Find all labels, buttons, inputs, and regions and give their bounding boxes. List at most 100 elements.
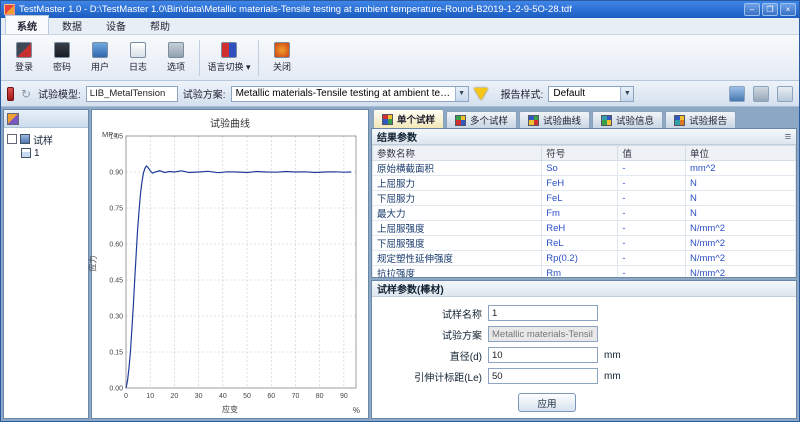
- svg-text:10: 10: [146, 393, 154, 400]
- options-icon: [168, 42, 184, 58]
- gauge-length-input[interactable]: [488, 368, 598, 384]
- user-button[interactable]: 用户: [82, 38, 118, 77]
- menu-system[interactable]: 系统: [5, 15, 49, 34]
- specimen-view-icon[interactable]: [7, 113, 19, 125]
- table-row[interactable]: 上屈服力 FeH - N: [373, 176, 796, 191]
- tab-test-curve[interactable]: 试验曲线: [519, 111, 590, 128]
- specimen-name-input[interactable]: [488, 305, 598, 321]
- svg-text:50: 50: [243, 393, 251, 400]
- model-label: 试验模型:: [38, 86, 81, 101]
- table-row[interactable]: 抗拉强度 Rm - N/mm^2: [373, 266, 796, 278]
- svg-text:60: 60: [267, 393, 275, 400]
- window-title: TestMaster 1.0 - D:\TestMaster 1.0\Bin\d…: [19, 4, 740, 15]
- tree-panel-header: [4, 110, 88, 128]
- tree-node-specimen-1[interactable]: 1: [7, 146, 85, 160]
- ribbon-separator: [199, 40, 200, 76]
- menu-device[interactable]: 设备: [95, 16, 137, 34]
- language-switch-button[interactable]: 语言切换 ▾: [205, 38, 253, 77]
- tree-node-specimen[interactable]: 试样: [7, 132, 85, 146]
- login-button[interactable]: 登录: [6, 38, 42, 77]
- table-row[interactable]: 下屈服强度 ReL - N/mm^2: [373, 236, 796, 251]
- maximize-button[interactable]: ❐: [762, 3, 778, 16]
- specimen-parameters-panel: 试样参数(棒材) 试样名称 试验方案 直径(d): [371, 280, 797, 419]
- user-icon: [92, 42, 108, 58]
- close-button[interactable]: ×: [780, 3, 796, 16]
- chevron-down-icon: ▼: [620, 87, 633, 101]
- connection-status-icon: [7, 87, 14, 101]
- app-window: TestMaster 1.0 - D:\TestMaster 1.0\Bin\d…: [0, 0, 800, 422]
- svg-text:80: 80: [316, 393, 324, 400]
- chevron-down-icon: ▼: [455, 87, 468, 101]
- right-panel: 单个试样 多个试样 试验曲线 试验信息 试验报告: [371, 109, 797, 419]
- table-header-row: 参数名称 符号 值 单位: [373, 146, 796, 161]
- svg-text:0.45: 0.45: [109, 278, 123, 285]
- close-app-button[interactable]: 关闭: [264, 38, 300, 77]
- log-icon: [130, 42, 146, 58]
- x-axis-label: 应变: [92, 404, 368, 415]
- curve-icon: [21, 148, 31, 158]
- svg-text:0.00: 0.00: [109, 386, 123, 393]
- result-parameters-panel: 结果参数 ≡ 参数名称 符号 值 单位: [371, 128, 797, 278]
- menu-help[interactable]: 帮助: [139, 16, 181, 34]
- checkbox[interactable]: [7, 134, 17, 144]
- specimen-form: 试样名称 试验方案 直径(d) mm 引伸: [372, 297, 796, 412]
- result-table: 参数名称 符号 值 单位 原始横截面积 So - mm^2: [372, 145, 796, 277]
- machine-icon[interactable]: [729, 86, 745, 102]
- svg-text:0.90: 0.90: [109, 170, 123, 177]
- report-style-dropdown[interactable]: Default ▼: [548, 86, 634, 102]
- minimize-button[interactable]: –: [744, 3, 760, 16]
- model-input[interactable]: [86, 86, 178, 102]
- scheme-label: 试验方案:: [183, 86, 226, 101]
- result-panel-title: 结果参数: [377, 129, 417, 144]
- main-content: 试样 1 试验曲线 MPa 应力 0.000.150.300.450.600.7…: [1, 107, 799, 421]
- test-curve-chart: 试验曲线 MPa 应力 0.000.150.300.450.600.750.90…: [91, 109, 369, 419]
- svg-text:0.30: 0.30: [109, 314, 123, 321]
- menu-data[interactable]: 数据: [51, 16, 93, 34]
- tab-multi-specimen[interactable]: 多个试样: [446, 111, 517, 128]
- specimen-icon: [20, 134, 30, 144]
- grid-icon: [674, 115, 685, 126]
- svg-text:90: 90: [340, 393, 348, 400]
- test-scheme-input: [488, 326, 598, 342]
- scheme-dropdown[interactable]: Metallic materials-Tensile testing at am…: [231, 86, 469, 102]
- report-style-label: 报告样式:: [501, 86, 544, 101]
- app-icon: [4, 4, 15, 15]
- chevron-down-icon: ▾: [246, 62, 251, 72]
- specimen-panel-header: 试样参数(棒材): [372, 281, 796, 297]
- table-row[interactable]: 规定塑性延伸强度 Rp(0.2) - N/mm^2: [373, 251, 796, 266]
- password-button[interactable]: 密码: [44, 38, 80, 77]
- x-axis-unit: %: [353, 406, 360, 415]
- table-row[interactable]: 下屈服力 FeL - N: [373, 191, 796, 206]
- table-row[interactable]: 原始横截面积 So - mm^2: [373, 161, 796, 176]
- specimen-tree: 试样 1: [4, 128, 88, 164]
- tab-test-report[interactable]: 试验报告: [665, 111, 736, 128]
- specimen-panel-title: 试样参数(棒材): [377, 281, 444, 296]
- password-icon: [54, 42, 70, 58]
- options-button[interactable]: 选项: [158, 38, 194, 77]
- svg-text:70: 70: [292, 393, 300, 400]
- svg-text:0.60: 0.60: [109, 242, 123, 249]
- warning-icon: [474, 88, 488, 100]
- table-row[interactable]: 上屈服强度 ReH - N/mm^2: [373, 221, 796, 236]
- svg-text:1.05: 1.05: [109, 134, 123, 141]
- apply-button[interactable]: 应用: [518, 393, 576, 412]
- refresh-icon[interactable]: ↻: [19, 87, 33, 101]
- tab-single-specimen[interactable]: 单个试样: [373, 109, 444, 128]
- tab-test-info[interactable]: 试验信息: [592, 111, 663, 128]
- ribbon-toolbar: 登录 密码 用户 日志 选项 语言切换 ▾ 关闭: [1, 35, 799, 81]
- gauge-length-label: 引伸计标距(Le): [390, 369, 482, 384]
- diameter-input[interactable]: [488, 347, 598, 363]
- log-button[interactable]: 日志: [120, 38, 156, 77]
- specimen-tree-panel: 试样 1: [3, 109, 89, 419]
- svg-text:40: 40: [219, 393, 227, 400]
- table-row[interactable]: 最大力 Fm - N: [373, 206, 796, 221]
- menu-icon[interactable]: ≡: [785, 131, 791, 143]
- calibration-icon[interactable]: [777, 86, 793, 102]
- close-app-icon: [274, 42, 290, 58]
- diameter-label: 直径(d): [390, 348, 482, 363]
- grid-icon: [528, 115, 539, 126]
- gear-icon[interactable]: [753, 86, 769, 102]
- grid-icon: [382, 114, 393, 125]
- test-setup-toolbar: ↻ 试验模型: 试验方案: Metallic materials-Tensile…: [1, 81, 799, 107]
- svg-text:0.15: 0.15: [109, 350, 123, 357]
